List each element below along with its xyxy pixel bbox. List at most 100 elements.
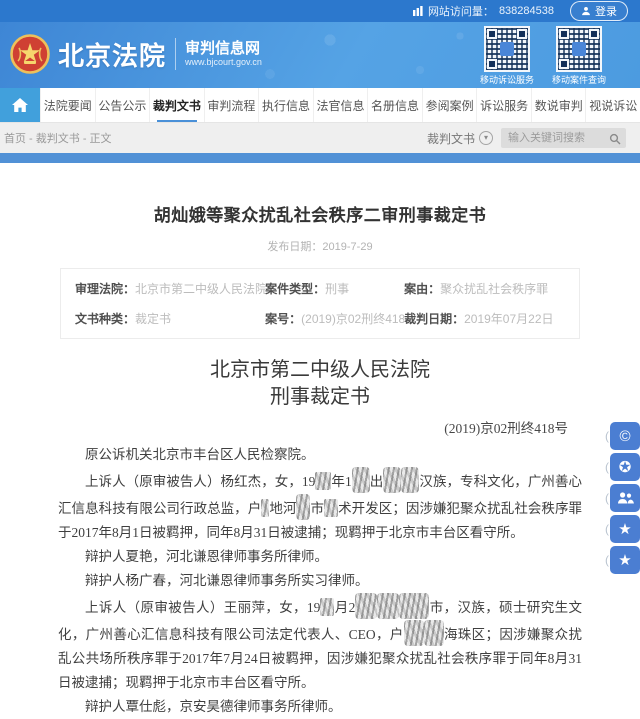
site-url: www.bjcourt.gov.cn <box>185 57 262 67</box>
site-subtitle: 审判信息网 <box>185 40 262 57</box>
nav-item-11[interactable]: 视说诉讼 <box>585 88 640 122</box>
qr-code-image <box>558 28 600 70</box>
search-category-label: 裁判文书 <box>427 130 475 147</box>
meta-label: 案件类型： <box>265 282 325 296</box>
breadcrumb[interactable]: 首页 - 裁判文书 - 正文 <box>4 130 112 146</box>
toolbar-star-icon[interactable]: ★ <box>610 515 640 543</box>
nav-item-6[interactable]: 法官信息 <box>313 88 368 122</box>
meta-label: 裁判日期： <box>404 312 464 326</box>
redaction-scribble <box>383 467 401 493</box>
redaction-scribble <box>320 598 334 616</box>
logo-divider <box>175 38 176 70</box>
breadcrumb-bar: 首页 - 裁判文书 - 正文 裁判文书 <box>0 123 640 153</box>
nav-home-button[interactable] <box>0 88 40 122</box>
login-label: 登录 <box>595 3 617 19</box>
toolbar-court-badge-icon[interactable]: ✪ <box>610 453 640 481</box>
nav-item-10[interactable]: 数说审判 <box>531 88 586 122</box>
toolbar-collapse-tab[interactable]: ( <box>605 492 609 504</box>
publish-date-value: 2019-7-29 <box>322 241 372 253</box>
visits-label: 网站访问量： <box>428 3 494 19</box>
meta-value: 北京市第二中级人民法院 <box>135 282 265 296</box>
court-heading: 北京市第二中级人民法院 刑事裁定书 <box>0 357 640 411</box>
toolbar-row: (★ <box>605 515 640 543</box>
publish-date-label: 发布日期： <box>267 241 322 253</box>
meta-value: 裁定书 <box>135 312 171 326</box>
doc-paragraph: 辩护人杨广春，河北谦恩律师事务所实习律师。 <box>58 569 582 593</box>
nav-item-7[interactable]: 名册信息 <box>367 88 422 122</box>
meta-label: 审理法院： <box>75 282 135 296</box>
toolbar-row: (★ <box>605 546 640 574</box>
qr-item-case-query: 移动案件查询 <box>552 28 606 86</box>
court-emblem-icon <box>10 34 50 74</box>
nav-item-2[interactable]: 公告公示 <box>95 88 150 122</box>
toolbar-row: (✪ <box>605 453 640 481</box>
page-title: 胡灿娥等聚众扰乱社会秩序二审刑事裁定书 <box>0 201 640 226</box>
toolbar-copyright-icon[interactable]: © <box>610 422 640 450</box>
visits-value: 838284538 <box>499 5 554 17</box>
home-icon <box>11 97 29 113</box>
nav-item-1[interactable]: 法院要闻 <box>40 88 95 122</box>
document-body: 原公诉机关北京市丰台区人民检察院。上诉人（原审被告人）杨红杰，女，19年1出汉族… <box>58 443 582 719</box>
publish-date-line: 发布日期：2019-7-29 <box>0 238 640 254</box>
redaction-scribble <box>399 593 429 619</box>
toolbar-collapse-tab[interactable]: ( <box>605 554 609 566</box>
section-divider-band <box>0 153 640 163</box>
toolbar-row: (© <box>605 422 640 450</box>
toolbar-collapse-tab[interactable]: ( <box>605 523 609 535</box>
qr-label: 移动诉讼服务 <box>480 73 534 86</box>
doc-paragraph: 上诉人（原审被告人）王丽萍，女，19月2市，汉族，硕士研究生文化，广州善心汇信息… <box>58 593 582 695</box>
meta-label: 案号： <box>265 312 301 326</box>
doc-paragraph: 辩护人覃仕彪，京安昊德律师事务所律师。 <box>58 695 582 719</box>
redaction-scribble <box>355 593 377 619</box>
meta-label: 案由： <box>404 282 440 296</box>
qr-code-image <box>486 28 528 70</box>
meta-value: 2019年07月22日 <box>464 312 553 326</box>
nav-item-5[interactable]: 执行信息 <box>258 88 313 122</box>
redaction-scribble <box>296 494 310 520</box>
redaction-scribble <box>424 620 444 646</box>
case-number: (2019)京02刑终418号 <box>60 417 580 437</box>
redaction-scribble <box>324 499 338 517</box>
site-logo[interactable]: 北京法院 审判信息网 www.bjcourt.gov.cn <box>10 34 262 74</box>
meta-cell: 文书种类：裁定书 <box>75 310 265 327</box>
doc-paragraph: 原公诉机关北京市丰台区人民检察院。 <box>58 443 582 467</box>
qr-code-group: 移动诉讼服务 移动案件查询 <box>480 28 606 86</box>
meta-cell: 审理法院：北京市第二中级人民法院 <box>75 280 265 297</box>
doc-paragraph: 辩护人夏艳，河北谦恩律师事务所律师。 <box>58 545 582 569</box>
redaction-scribble <box>261 499 269 517</box>
bar-chart-icon <box>413 6 423 16</box>
nav-item-8[interactable]: 参阅案例 <box>422 88 477 122</box>
toolbar-collapse-tab[interactable]: ( <box>605 430 609 442</box>
search-button[interactable] <box>606 131 624 146</box>
login-button[interactable]: 登录 <box>570 1 628 21</box>
qr-label: 移动案件查询 <box>552 73 606 86</box>
meta-cell: 案号：(2019)京02刑终418号 <box>265 310 404 327</box>
meta-cell: 案件类型：刑事 <box>265 280 404 297</box>
site-name: 北京法院 <box>58 36 166 73</box>
redaction-scribble <box>404 620 424 646</box>
meta-value: 聚众扰乱社会秩序罪 <box>440 282 548 296</box>
chevron-down-icon <box>479 131 493 145</box>
meta-value: 刑事 <box>325 282 349 296</box>
case-meta-table: 审理法院：北京市第二中级人民法院案件类型：刑事案由：聚众扰乱社会秩序罪文书种类：… <box>60 268 580 339</box>
site-header: 北京法院 审判信息网 www.bjcourt.gov.cn 移动诉讼服务 移动案… <box>0 22 640 88</box>
user-icon <box>581 6 591 16</box>
qr-item-litigation: 移动诉讼服务 <box>480 28 534 86</box>
redaction-scribble <box>377 593 399 619</box>
site-visits: 网站访问量： 838284538 <box>413 3 554 19</box>
toolbar-people-icon[interactable] <box>610 484 640 512</box>
search-category-select[interactable]: 裁判文书 <box>427 130 493 147</box>
toolbar-collapse-tab[interactable]: ( <box>605 461 609 473</box>
nav-item-9[interactable]: 诉讼服务 <box>476 88 531 122</box>
search-icon <box>609 133 621 145</box>
nav-item-3[interactable]: 裁判文书 <box>149 88 204 122</box>
court-name: 北京市第二中级人民法院 <box>0 357 640 384</box>
redaction-scribble <box>401 467 419 493</box>
toolbar-star-icon[interactable]: ★ <box>610 546 640 574</box>
meta-cell: 案由：聚众扰乱社会秩序罪 <box>404 280 565 297</box>
main-nav: 法院要闻公告公示裁判文书审判流程执行信息法官信息名册信息参阅案例诉讼服务数说审判… <box>0 88 640 123</box>
nav-item-4[interactable]: 审判流程 <box>204 88 259 122</box>
document-article: 胡灿娥等聚众扰乱社会秩序二审刑事裁定书 发布日期：2019-7-29 审理法院：… <box>0 163 640 719</box>
redaction-scribble <box>315 472 331 490</box>
meta-value: (2019)京02刑终418号 <box>301 312 404 326</box>
